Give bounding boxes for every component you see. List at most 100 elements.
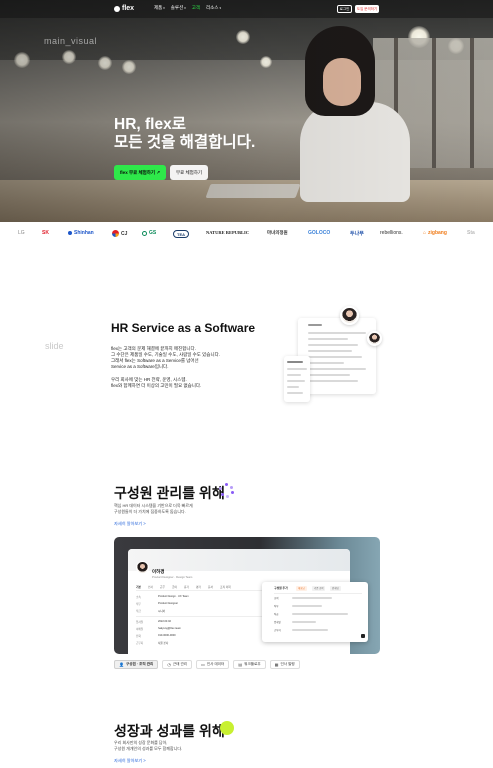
mock-line [308,374,350,376]
popup-title: 구성원 추가 [274,586,288,590]
hr-service-title: HR Service as a Software [111,321,256,335]
flex-logo-text: flex [122,5,135,12]
shinhan-logo-icon [68,231,72,235]
tab-attendance[interactable]: ◷ 근태 관리 [162,660,193,669]
client-logo: CJ [112,230,127,237]
profile-avatar [136,561,149,574]
nav-item-label: 제품 [154,5,163,10]
profile-tab[interactable]: 기본 [136,585,141,589]
mock-line [308,356,362,358]
profile-tab[interactable]: 휴가 [184,585,189,589]
time-icon: ◷ [167,662,171,667]
dot [226,495,229,498]
avatar [340,306,359,325]
growth-more-link[interactable]: 자세히 알아보기 > [114,758,146,764]
contact-sales-button[interactable]: 도입 문의하기 [355,5,379,13]
login-button[interactable]: 로그인 [337,5,352,13]
profile-tab[interactable]: 급여 [172,585,177,589]
client-name: Shinhan [74,230,94,236]
nav-item-customer[interactable]: 고객 [192,5,200,11]
row-value: 서울 본사 [158,642,169,645]
tab-member-org[interactable]: 👤 구성원 · 조직 관리 [114,660,159,669]
members-title: 구성원 관리를 위해 [114,485,225,501]
profile-tab[interactable]: 평가 [196,585,201,589]
paragraph-line: flex와 함께하면 더 이상의 고민이 필요 없습니다. [111,383,202,388]
tab-label: 근태 관리 [172,662,188,666]
doc-icon: ▤ [238,662,243,667]
row-label: 소속 [136,596,141,599]
mock-line [292,629,328,631]
flex-logo[interactable]: flex [114,5,134,12]
client-name: Sta [467,230,475,236]
profile-tab[interactable]: 근무 [160,585,165,589]
tab-label: 구성원 · 조직 관리 [125,662,154,666]
row-label: 근무지 [136,642,144,645]
free-trial-button[interactable]: flex 무료 체험하기 ↗ [114,165,166,180]
tab-appointment[interactable]: ▦ 인사 발령 [269,660,300,669]
chevron-down-icon: ▾ [184,6,186,10]
row-label: 입사일 [136,621,144,624]
client-name: GOLOCO [308,230,331,236]
row-label: 직급 [136,610,141,613]
hr-service-paragraph: flex는 고객의 문제 해결에 끝까지 매진합니다. 그 수단은 제품일 수도… [111,346,261,370]
mock-line [292,621,316,623]
nav-item-resource[interactable]: 리소스 ▾ [206,5,221,11]
row-label: 이메일 [136,628,144,631]
profile-tab[interactable]: 조직 이력 [220,585,231,589]
send-icon[interactable] [361,634,365,638]
profile-subtitle: Product Designer · Design Team [152,575,193,579]
flex-logo-icon [114,5,120,12]
top-nav: flex 제품 ▾ 솔루션 ▾ 고객 리소스 ▾ 로그인 도입 문의하기 [0,0,493,18]
tab-label: 인사 데이터 [206,662,225,666]
client-name: TEA [177,231,185,237]
popup-row-label: 근무지 [274,629,281,632]
client-logo: rebellions. [380,230,403,236]
loading-dots-icon [219,483,235,499]
add-member-popup: 구성원 추가 대표님 기존 조직 인사팀 조직 직무 직급 입사일 근무지 [262,582,368,642]
hero-section: main_visual HR, flex로 모든 것을 해결합니다. flex … [0,0,493,222]
popup-chip[interactable]: 대표님 [296,586,307,591]
tab-hr-data[interactable]: ▭ 인사 데이터 [196,660,230,669]
profile-tab[interactable]: 문서 [208,585,213,589]
client-name: SK [42,230,49,236]
feature-tabs: 👤 구성원 · 조직 관리 ◷ 근태 관리 ▭ 인사 데이터 ▤ 워크플로우 ▦ 인사 발… [114,660,300,669]
mock-line [287,361,303,363]
tab-workflow[interactable]: ▤ 워크플로우 [233,660,266,669]
profile-tab[interactable]: 인사 [148,585,153,589]
nav-item-label: 고객 [191,5,201,10]
popup-chip[interactable]: 인사팀 [330,586,341,591]
desc-line: 구성원 개개인의 성과를 모두 함께합니다. [114,745,183,751]
dot [225,483,228,486]
nav-item-solution[interactable]: 솔루션 ▾ [171,5,186,11]
client-logo: Sta [467,230,475,236]
demo-button[interactable]: 무료 체험하기 [170,165,208,180]
row-value: Product Design · UX Team [158,595,189,598]
gs-logo-icon [142,230,147,236]
mock-side-card [284,356,310,402]
chevron-down-icon: ▾ [163,6,165,10]
avatar [367,331,382,346]
popup-row-label: 입사일 [274,621,281,624]
tab-label: 워크플로우 [244,662,261,666]
client-logos: LG SK Shinhan CJ GS TEA NATURE REPUBLIC … [0,229,493,243]
mock-line [308,362,344,364]
nav-item-label: 솔루션 [170,5,184,10]
client-logo: NATURE REPUBLIC [206,230,249,235]
client-name: 마녀의정원 [267,230,288,235]
mock-line [308,332,366,334]
dot [219,487,222,490]
lime-circle-icon [220,721,234,735]
popup-chip[interactable]: 기존 조직 [312,586,326,591]
mock-line [308,350,352,352]
mock-line [292,605,322,607]
cj-logo-icon [112,230,119,237]
client-logo: GS [142,230,156,236]
row-value: 2022.03.02 [158,620,171,623]
row-value: 시니어 [158,610,166,613]
row-value: hakyung@flex.team [158,627,181,630]
nav-item-product[interactable]: 제품 ▾ [154,5,165,11]
row-value: 010-0000-0000 [158,634,176,637]
client-name: NATURE REPUBLIC [206,230,250,235]
row-label: 전화 [136,635,141,638]
members-more-link[interactable]: 자세히 알아보기 > [114,521,146,527]
